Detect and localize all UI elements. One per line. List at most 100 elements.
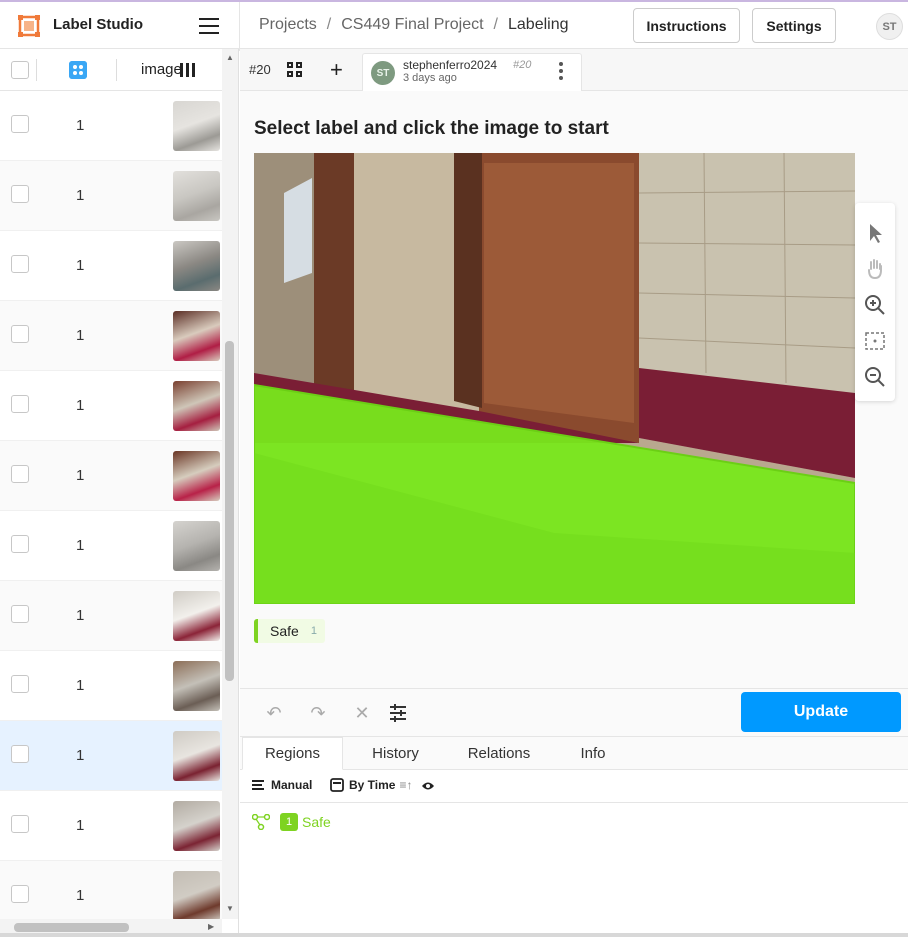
tab-info[interactable]: Info xyxy=(570,737,616,770)
tab-history[interactable]: History xyxy=(353,737,438,770)
annotation-tab[interactable]: ST stephenferro2024 #20 3 days ago xyxy=(362,53,582,91)
label-studio-logo-icon xyxy=(18,15,40,37)
row-checkbox[interactable] xyxy=(11,745,29,763)
visibility-eye-icon[interactable] xyxy=(421,781,435,791)
pan-hand-icon[interactable] xyxy=(863,257,887,281)
select-all-checkbox[interactable] xyxy=(11,61,29,79)
column-divider xyxy=(116,59,117,81)
zoom-in-icon[interactable] xyxy=(863,293,887,317)
vertical-scrollbar[interactable]: ▲ ▼ xyxy=(222,49,238,919)
row-checkbox[interactable] xyxy=(11,325,29,343)
label-safe[interactable]: Safe 1 xyxy=(254,619,325,643)
annotation-count: 1 xyxy=(76,117,85,134)
zoom-out-icon[interactable] xyxy=(863,365,887,389)
annotator-name: stephenferro2024 xyxy=(403,58,498,72)
manual-label: Manual xyxy=(271,778,313,792)
scrollbar-thumb[interactable] xyxy=(14,923,129,932)
image-canvas[interactable] xyxy=(254,153,855,604)
table-row[interactable]: 1 xyxy=(0,791,222,861)
row-checkbox[interactable] xyxy=(11,675,29,693)
undo-icon[interactable]: ↶ xyxy=(264,703,284,723)
breadcrumb-projects[interactable]: Projects xyxy=(259,16,317,33)
top-bar: Label Studio Projects / CS449 Final Projec… xyxy=(0,0,908,51)
labeling-instruction: Select label and click the image to star… xyxy=(254,118,609,139)
row-checkbox[interactable] xyxy=(11,465,29,483)
side-panel: Regions History Relations Info Manual By… xyxy=(240,736,908,937)
row-checkbox[interactable] xyxy=(11,605,29,623)
table-row[interactable]: 1 xyxy=(0,581,222,651)
breadcrumb: Projects / CS449 Final Project / Labeling xyxy=(259,16,569,33)
update-button[interactable]: Update xyxy=(741,692,901,732)
region-index: 1 xyxy=(280,813,298,831)
label-hotkey: 1 xyxy=(310,625,317,637)
labeling-area: #20 + ST stephenferro2024 #20 3 days ago… xyxy=(240,49,908,937)
scrollbar-thumb[interactable] xyxy=(225,341,234,681)
redo-icon[interactable]: ↷ xyxy=(308,703,328,723)
annotation-count: 1 xyxy=(76,677,85,694)
annotation-count: 1 xyxy=(76,187,85,204)
tab-relations[interactable]: Relations xyxy=(458,737,540,770)
annotations-column-icon[interactable] xyxy=(69,61,87,79)
user-avatar[interactable]: ST xyxy=(876,13,903,40)
pointer-icon[interactable] xyxy=(863,221,887,245)
table-row[interactable]: 1 xyxy=(0,371,222,441)
row-checkbox[interactable] xyxy=(11,395,29,413)
table-row[interactable]: 1 xyxy=(0,231,222,301)
annotation-count: 1 xyxy=(76,887,85,904)
add-annotation-icon[interactable]: + xyxy=(330,59,343,81)
row-checkbox[interactable] xyxy=(11,815,29,833)
annotation-count: 1 xyxy=(76,817,85,834)
manual-order-control[interactable]: Manual xyxy=(252,778,312,792)
table-row[interactable]: 1 xyxy=(0,301,222,371)
settings-button[interactable]: Settings xyxy=(752,8,836,43)
image-thumbnail xyxy=(173,871,220,921)
annotation-count: 1 xyxy=(76,607,85,624)
regions-toolbar: Manual By Time ≡↑ xyxy=(240,770,908,803)
instructions-button[interactable]: Instructions xyxy=(633,8,740,43)
more-options-icon[interactable] xyxy=(559,62,563,82)
annotation-count: 1 xyxy=(76,537,85,554)
sort-control[interactable]: By Time ≡↑ xyxy=(330,778,412,792)
image-column-header[interactable]: image xyxy=(141,61,182,78)
reset-icon[interactable]: ✕ xyxy=(352,703,372,723)
panel-tabs: Regions History Relations Info xyxy=(240,737,908,770)
image-thumbnail xyxy=(173,311,220,361)
tab-regions[interactable]: Regions xyxy=(242,737,343,770)
region-item[interactable]: 1 Safe xyxy=(252,812,331,832)
row-checkbox[interactable] xyxy=(11,115,29,133)
image-toolbar xyxy=(855,203,895,401)
label-name: Safe xyxy=(270,623,299,639)
table-header: image xyxy=(0,49,222,91)
task-id: #20 xyxy=(249,62,271,77)
breadcrumb-project[interactable]: CS449 Final Project xyxy=(341,16,483,33)
grid-view-icon[interactable] xyxy=(287,62,303,78)
row-checkbox[interactable] xyxy=(11,255,29,273)
row-checkbox[interactable] xyxy=(11,535,29,553)
settings-sliders-icon[interactable] xyxy=(388,703,408,723)
action-bar: ↶ ↷ ✕ Update xyxy=(240,688,908,736)
table-row[interactable]: 1 xyxy=(0,721,222,791)
polygon-region-icon xyxy=(252,814,270,830)
annotation-count: 1 xyxy=(76,327,85,344)
image-thumbnail xyxy=(173,171,220,221)
annotator-avatar: ST xyxy=(371,61,395,85)
row-checkbox[interactable] xyxy=(11,885,29,903)
image-thumbnail xyxy=(173,731,220,781)
annotation-count: 1 xyxy=(76,397,85,414)
columns-icon[interactable] xyxy=(180,63,199,77)
image-thumbnail xyxy=(173,521,220,571)
sort-label: By Time xyxy=(349,778,396,792)
row-checkbox[interactable] xyxy=(11,185,29,203)
image-thumbnail xyxy=(173,801,220,851)
table-row[interactable]: 1 xyxy=(0,651,222,721)
table-row[interactable]: 1 xyxy=(0,441,222,511)
fit-to-screen-icon[interactable] xyxy=(863,329,887,353)
table-row[interactable]: 1 xyxy=(0,91,222,161)
image-thumbnail xyxy=(173,661,220,711)
sort-direction-icon[interactable]: ≡↑ xyxy=(399,778,412,792)
table-row[interactable]: 1 xyxy=(0,161,222,231)
divider xyxy=(239,2,240,51)
menu-icon[interactable] xyxy=(199,18,219,34)
window-bottom-edge xyxy=(0,933,908,937)
table-row[interactable]: 1 xyxy=(0,511,222,581)
